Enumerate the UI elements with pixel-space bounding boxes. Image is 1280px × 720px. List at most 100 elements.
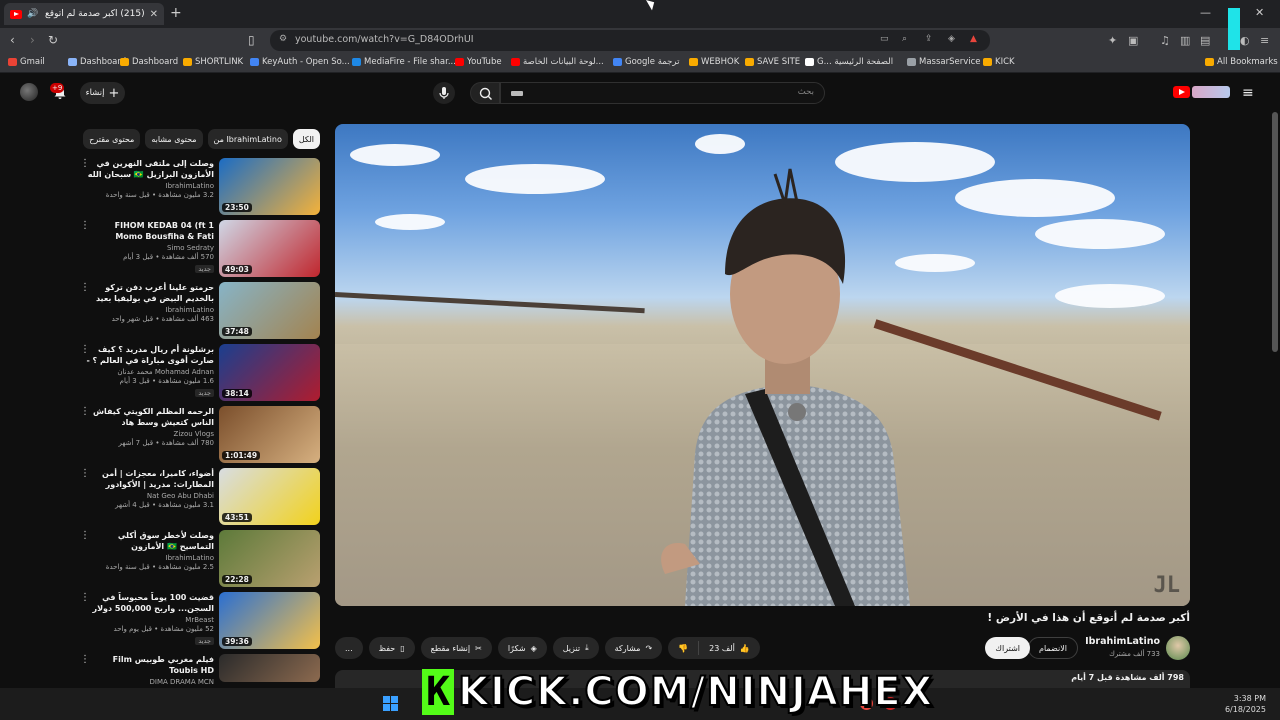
related-video-item[interactable]: 1:01:49 الرحمه المظلم الكويتي كيفاش الناس…	[78, 406, 320, 464]
browser-tab[interactable]: 🔊 (215) أكبر صدمة لم أتوقع أن هذا في الأ…	[4, 3, 164, 25]
channel-watermark-icon[interactable]: JL	[1154, 573, 1181, 598]
zoom-icon[interactable]: ⌕	[902, 34, 907, 44]
address-bar[interactable]: ⚙ youtube.com/watch?v=G_D84ODrhUI ▭ ⌕ ⇪ …	[270, 30, 990, 51]
bookmark-item[interactable]: SAVE SITE	[745, 57, 800, 67]
more-options-icon[interactable]: ⋮	[80, 592, 90, 603]
search-button[interactable]	[470, 82, 500, 104]
related-video-item[interactable]: 22:28 وصلت لأخطر سوق أكلي التماسيح 🇧🇷 الأ…	[78, 530, 320, 588]
youtube-logo-icon[interactable]	[1173, 86, 1190, 98]
page-scrollbar[interactable]	[1272, 112, 1278, 352]
video-thumbnail[interactable]: 49:03	[219, 220, 320, 277]
related-video-item[interactable]: 38:14 برشلونة أم ريال مدريد ؟ كيف صارت أق…	[78, 344, 320, 402]
video-thumbnail[interactable]: 38:14	[219, 344, 320, 401]
minimize-icon[interactable]: —	[1200, 6, 1211, 19]
channel-name[interactable]: IbrahimLatino	[1085, 636, 1160, 647]
bookmark-label: KICK	[995, 57, 1015, 67]
shield-icon[interactable]: ◈	[948, 34, 955, 44]
address-toolbar: ‹ › ↻ ▯ ⚙ youtube.com/watch?v=G_D84ODrhU…	[0, 28, 1280, 53]
more-options-icon[interactable]: ⋮	[80, 654, 90, 665]
more-options-icon[interactable]: ⋮	[80, 406, 90, 417]
bookmark-label: WEBHOK	[701, 57, 740, 67]
video-thumbnail[interactable]: 39:36	[219, 592, 320, 649]
more-actions-button[interactable]: ...	[335, 637, 363, 659]
bookmark-item[interactable]: MediaFire - File shar...	[352, 57, 456, 67]
bookmark-item[interactable]: G... الصفحة الرئيسية	[805, 57, 893, 67]
video-thumbnail[interactable]: 43:51	[219, 468, 320, 525]
wallet-icon[interactable]: ▤	[1200, 34, 1210, 47]
video-thumbnail[interactable]: 1:01:49	[219, 406, 320, 463]
chip-suggested[interactable]: محتوى مقترح	[83, 129, 141, 149]
bookmark-item[interactable]: Dashboard	[68, 57, 126, 67]
menu-icon[interactable]: ≡	[1260, 34, 1269, 47]
related-video-stats: 3.2 مليون مشاهدة • قبل سنة واحدة	[105, 191, 214, 199]
bookmark-item[interactable]: KeyAuth - Open So...	[250, 57, 350, 67]
video-thumbnail[interactable]: 37:48	[219, 282, 320, 339]
share-icon[interactable]: ⇪	[925, 34, 933, 44]
related-video-item[interactable]: فيلم مغربي طوبيس Film Toubis HD DIMA DRAM…	[78, 654, 320, 686]
account-avatar[interactable]	[20, 83, 38, 101]
more-options-icon[interactable]: ⋮	[80, 530, 90, 541]
video-thumbnail[interactable]: 22:28	[219, 530, 320, 587]
search-input[interactable]: بحث	[500, 82, 825, 104]
back-icon[interactable]: ‹	[10, 33, 15, 47]
dislike-button[interactable]: 👎	[668, 637, 698, 659]
url-text[interactable]: youtube.com/watch?v=G_D84ODrhUI	[295, 34, 474, 45]
bookmark-item[interactable]: Google ترجمة	[613, 57, 679, 67]
related-video-item[interactable]: 23:50 وصلت إلى ملتقى النهرين في الأمازون …	[78, 158, 320, 216]
reader-icon[interactable]: ▣	[1128, 34, 1138, 47]
chip-similar[interactable]: محتوى مشابه	[145, 129, 203, 149]
voice-search-button[interactable]	[433, 82, 455, 104]
related-video-item[interactable]: 49:03 1 FIHOM KEDAB 04 (ft Momo Bousfiha …	[78, 220, 320, 278]
media-icon[interactable]: ♫	[1160, 34, 1170, 47]
bookmark-item[interactable]: لوحة البيانات الخاصة...	[511, 57, 604, 67]
video-thumbnail[interactable]	[219, 654, 320, 682]
bookmark-item[interactable]: KICK	[983, 57, 1015, 67]
forward-icon[interactable]: ›	[30, 33, 35, 47]
cast-icon[interactable]: ▭	[880, 34, 889, 44]
bookmark-page-icon[interactable]: ▯	[248, 33, 255, 47]
close-window-icon[interactable]: ✕	[1255, 6, 1264, 19]
close-tab-icon[interactable]: ✕	[150, 9, 158, 20]
new-tab-icon[interactable]: +	[170, 5, 182, 21]
chip-from-channel[interactable]: من IbrahimLatino	[207, 129, 288, 149]
extensions-icon[interactable]: ✦	[1108, 34, 1117, 47]
guide-menu-icon[interactable]: ≡	[1242, 85, 1254, 101]
related-video-item[interactable]: 37:48 حرمتو علينا أعرب دفن تركو بالخديم ا…	[78, 282, 320, 340]
bookmark-item[interactable]: SHORTLINK	[183, 57, 243, 67]
bookmark-item[interactable]: MassarService	[907, 57, 981, 67]
bookmark-item[interactable]: YouTube	[455, 57, 502, 67]
more-options-icon[interactable]: ⋮	[80, 282, 90, 293]
more-options-icon[interactable]: ⋮	[80, 158, 90, 169]
bookmark-item[interactable]: Gmail	[8, 57, 45, 67]
download-button[interactable]: تنزيل ⤓	[552, 637, 599, 659]
thanks-button[interactable]: شكرًا ◈	[497, 637, 547, 659]
vpn-icon[interactable]: ▲	[970, 34, 977, 44]
profile-shield-icon[interactable]: ◐	[1240, 34, 1250, 47]
create-button[interactable]: إنشاء +	[80, 82, 125, 104]
reload-icon[interactable]: ↻	[48, 33, 58, 47]
save-button[interactable]: حفظ ▯	[368, 637, 415, 659]
video-thumbnail[interactable]: 23:50	[219, 158, 320, 215]
sidebar-icon[interactable]: ▥	[1180, 34, 1190, 47]
join-button[interactable]: الانضمام	[1028, 637, 1078, 659]
related-video-item[interactable]: 39:36 قضيت 100 يوماً محبوساً في السجن... …	[78, 592, 320, 650]
windows-start-icon[interactable]	[383, 696, 398, 711]
like-button[interactable]: 23 ألف 👍	[699, 637, 760, 659]
share-button[interactable]: مشاركة ↷	[604, 637, 663, 659]
bookmark-item[interactable]: WEBHOK	[689, 57, 739, 67]
channel-avatar[interactable]	[1166, 636, 1190, 660]
chip-all[interactable]: الكل	[292, 129, 320, 149]
more-options-icon[interactable]: ⋮	[80, 220, 90, 231]
site-info-icon[interactable]: ⚙	[279, 34, 287, 44]
clip-button[interactable]: إنشاء مقطع ✂	[420, 637, 492, 659]
more-options-icon[interactable]: ⋮	[80, 344, 90, 355]
bookmark-item[interactable]: All Bookmarks	[1205, 57, 1278, 67]
speaker-icon[interactable]: 🔊	[27, 9, 38, 19]
related-video-item[interactable]: 43:51 أضواء، كاميرا، معجزات | أمن المطارا…	[78, 468, 320, 526]
subscribe-button[interactable]: اشتراك	[985, 637, 1030, 659]
keyboard-icon[interactable]	[511, 91, 523, 96]
video-player[interactable]: JL	[335, 124, 1190, 606]
more-options-icon[interactable]: ⋮	[80, 468, 90, 479]
system-clock[interactable]: 3:38 PM 6/18/2025	[1225, 693, 1266, 715]
bookmark-item[interactable]: Dashboard	[120, 57, 178, 67]
